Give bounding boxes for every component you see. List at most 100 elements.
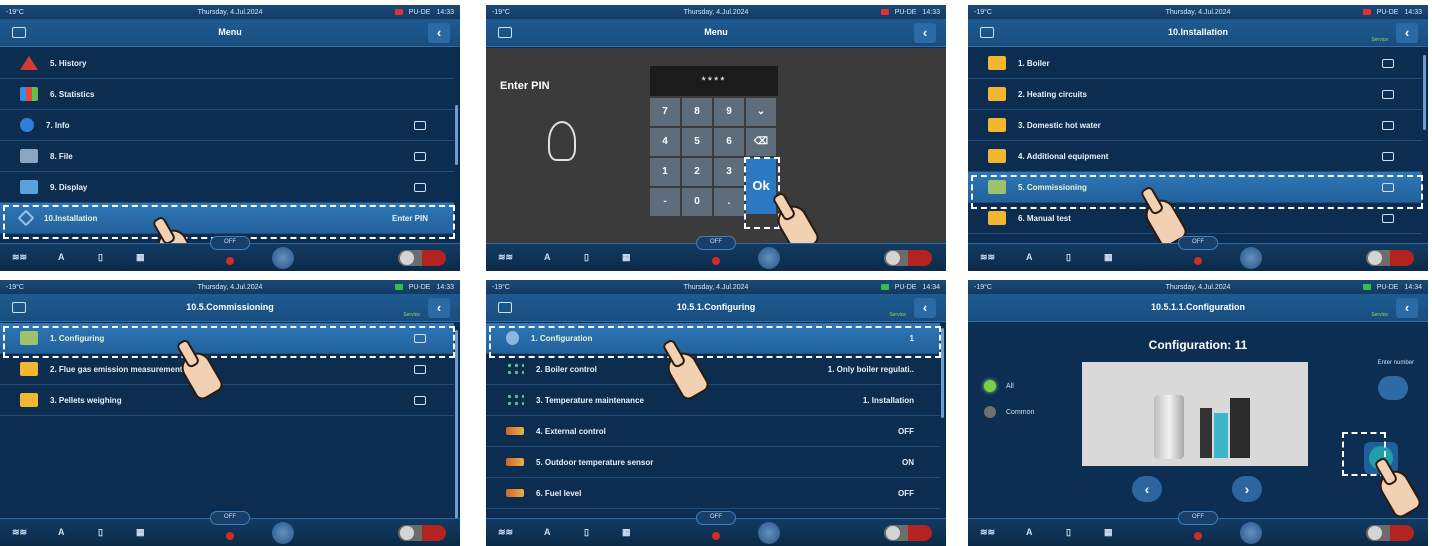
list-item[interactable]: 4. Additional equipment xyxy=(968,141,1422,172)
list-item[interactable]: 3. Pellets weighing xyxy=(0,385,454,416)
grid-icon[interactable]: ▦ xyxy=(1104,527,1113,538)
menu-item-installation[interactable]: 10.Installation Enter PIN xyxy=(0,203,454,234)
key-5[interactable]: 5 xyxy=(682,128,712,156)
boiler-unit-icon xyxy=(1230,398,1250,458)
scrollbar[interactable] xyxy=(455,105,458,165)
mode-a-icon[interactable]: A xyxy=(544,252,551,262)
radio-common[interactable]: Common xyxy=(984,406,1034,418)
house-icon[interactable]: ≋≋ xyxy=(12,527,27,538)
next-button[interactable]: › xyxy=(1232,476,1262,502)
power-switch[interactable] xyxy=(1366,525,1414,541)
bottom-bar: ≋≋ A ▯ ▦ OFF xyxy=(486,236,946,271)
key-7[interactable]: 7 xyxy=(650,98,680,126)
grid-icon[interactable]: ▦ xyxy=(622,527,631,538)
mode-a-icon[interactable]: A xyxy=(1026,252,1033,262)
pin-input[interactable]: **** xyxy=(650,66,778,96)
scrollbar[interactable] xyxy=(1423,55,1426,130)
phone-icon[interactable]: ▯ xyxy=(98,527,103,538)
grid-icon[interactable]: ▦ xyxy=(136,527,145,538)
key-9[interactable]: 9 xyxy=(714,98,744,126)
back-button[interactable]: ‹ xyxy=(428,298,450,318)
list-item[interactable]: 1. Boiler xyxy=(968,48,1422,79)
key-6[interactable]: 6 xyxy=(714,128,744,156)
list-item-label: 1. Boiler xyxy=(1018,58,1050,68)
key-dot[interactable]: . xyxy=(714,188,744,216)
list-item[interactable]: 3. Domestic hot water xyxy=(968,110,1422,141)
bottom-bar: ≋≋ A ▯ ▦ OFF xyxy=(486,511,946,546)
commissioning-list: 1. Configuring 2. Flue gas emission meas… xyxy=(0,323,454,416)
date-label: Thursday, 4.Jul.2024 xyxy=(1165,8,1231,16)
power-switch[interactable] xyxy=(884,525,932,541)
phone-icon[interactable]: ▯ xyxy=(98,252,103,263)
scrollbar[interactable] xyxy=(455,330,458,520)
phone-icon[interactable]: ▯ xyxy=(584,527,589,538)
list-item-label: 5. Commissioning xyxy=(1018,182,1087,192)
mode-a-icon[interactable]: A xyxy=(1026,527,1033,537)
menu-item-file[interactable]: 8. File xyxy=(0,141,454,172)
back-button[interactable]: ‹ xyxy=(914,298,936,318)
previous-button[interactable]: ‹ xyxy=(1132,476,1162,502)
key-0[interactable]: 0 xyxy=(682,188,712,216)
house-icon[interactable]: ≋≋ xyxy=(980,527,995,538)
phone-icon[interactable]: ▯ xyxy=(1066,527,1071,538)
phone-icon[interactable]: ▯ xyxy=(1066,252,1071,263)
fire-indicator-icon xyxy=(712,257,720,265)
scrollbar[interactable] xyxy=(941,328,944,418)
date-label: Thursday, 4.Jul.2024 xyxy=(683,283,749,291)
phone-icon[interactable]: ▯ xyxy=(584,252,589,263)
menu-item-display[interactable]: 9. Display xyxy=(0,172,454,203)
key-2[interactable]: 2 xyxy=(682,158,712,186)
list-item[interactable]: 2. Flue gas emission measurement xyxy=(0,354,454,385)
grid-icon[interactable]: ▦ xyxy=(622,252,631,263)
grid-icon[interactable]: ▦ xyxy=(136,252,145,263)
back-button[interactable]: ‹ xyxy=(1396,23,1418,43)
list-item[interactable]: 3. Temperature maintenance 1. Installatio… xyxy=(486,385,940,416)
keyboard-button[interactable] xyxy=(1378,376,1408,400)
menu-item-history[interactable]: 5. History xyxy=(0,48,454,79)
power-switch[interactable] xyxy=(398,250,446,266)
folder-icon xyxy=(20,331,38,345)
enter-pin-label: Enter PIN xyxy=(391,213,428,223)
house-icon[interactable]: ≋≋ xyxy=(12,252,27,263)
thermometer-icon xyxy=(506,458,524,466)
grid-icon[interactable]: ▦ xyxy=(1104,252,1113,263)
mode-a-icon[interactable]: A xyxy=(58,252,65,262)
list-item-configuring[interactable]: 1. Configuring xyxy=(0,323,454,354)
list-item[interactable]: 2. Heating circuits xyxy=(968,79,1422,110)
key-4[interactable]: 4 xyxy=(650,128,680,156)
key-8[interactable]: 8 xyxy=(682,98,712,126)
menu-item-statistics[interactable]: 6. Statistics xyxy=(0,79,454,110)
backspace-key[interactable]: ⌫ xyxy=(746,128,776,156)
locale-label: PU-DE xyxy=(894,8,917,16)
list-item[interactable]: 5. Outdoor temperature sensor ON xyxy=(486,447,940,478)
radio-all[interactable]: All xyxy=(984,380,1014,392)
key-1[interactable]: 1 xyxy=(650,158,680,186)
power-switch[interactable] xyxy=(398,525,446,541)
key-minus[interactable]: - xyxy=(650,188,680,216)
screen-commissioning: -19°C Thursday, 4.Jul.2024 PU-DE 14:33 10… xyxy=(0,280,460,546)
page-title: 10.5.1.Configuring xyxy=(676,302,756,312)
mode-a-icon[interactable]: A xyxy=(544,527,551,537)
list-item[interactable]: 2. Boiler control 1. Only boiler regulati… xyxy=(486,354,940,385)
list-item[interactable]: 6. Manual test xyxy=(968,203,1422,234)
power-switch[interactable] xyxy=(1366,250,1414,266)
back-button[interactable]: ‹ xyxy=(1396,298,1418,318)
house-icon[interactable]: ≋≋ xyxy=(980,252,995,263)
back-button[interactable]: ‹ xyxy=(914,23,936,43)
menu-item-info[interactable]: 7. Info xyxy=(0,110,454,141)
list-item-commissioning[interactable]: 5. Commissioning xyxy=(968,172,1422,203)
list-item[interactable]: 6. Fuel level OFF xyxy=(486,478,940,509)
thermometer-icon xyxy=(506,489,524,497)
menu-list: 5. History 6. Statistics 7. Info 8. File… xyxy=(0,48,454,234)
power-switch[interactable] xyxy=(884,250,932,266)
house-icon[interactable]: ≋≋ xyxy=(498,252,513,263)
chevron-down-key[interactable]: ⌄ xyxy=(746,98,776,126)
house-icon[interactable]: ≋≋ xyxy=(498,527,513,538)
ok-button[interactable]: Ok xyxy=(746,158,776,214)
key-3[interactable]: 3 xyxy=(714,158,744,186)
list-item[interactable]: 4. External control OFF xyxy=(486,416,940,447)
mode-a-icon[interactable]: A xyxy=(58,527,65,537)
list-item-configuration[interactable]: 1. Configuration 1 xyxy=(486,323,940,354)
list-item-label: 3. Temperature maintenance xyxy=(536,395,644,405)
back-button[interactable]: ‹ xyxy=(428,23,450,43)
